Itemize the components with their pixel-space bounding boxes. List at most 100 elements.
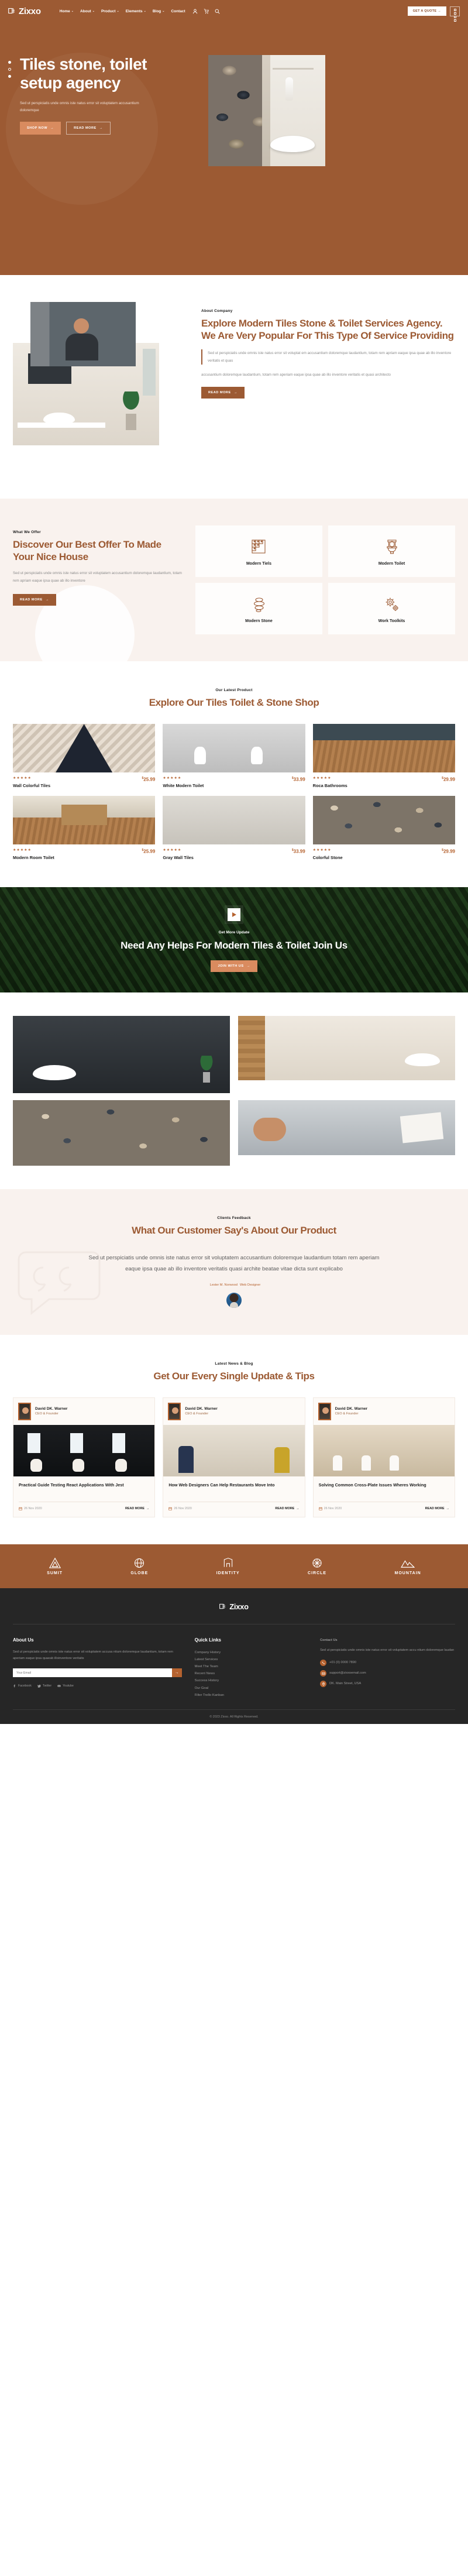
testimonial-title: What Our Customer Say's About Our Produc… <box>132 1225 336 1237</box>
offer-card-modern-stone[interactable]: Modern Stone <box>195 583 322 634</box>
blog-read-more-link[interactable]: READ MORE → <box>425 1507 449 1510</box>
product-card[interactable]: ★★★★★ Wall Colorful Tiles $25.99 <box>13 724 156 789</box>
hero-subtitle: Sed ut perspiciatis unde omnis iste natu… <box>20 101 139 112</box>
arrow-right-icon: → <box>296 1506 300 1510</box>
price-value: 25.99 <box>143 849 156 854</box>
blog-card[interactable]: David DK. Warner CEO & Founder Solving C… <box>312 1397 455 1517</box>
gallery-image-dark-bathroom <box>13 1016 230 1094</box>
footer-link[interactable]: Meet The Team <box>195 1663 307 1670</box>
nav-label: Blog <box>152 9 161 13</box>
blog-card[interactable]: David DK. Warner CEO & Founder How Web D… <box>163 1397 305 1517</box>
brand-logo-circle[interactable]: CIRCLE <box>308 1557 326 1575</box>
footer-email-text: support@zixxoemail.com <box>329 1671 366 1675</box>
footer-phone[interactable]: +01 (0) 0000 7890 <box>320 1660 455 1666</box>
products-eyebrow: Our Latest Product <box>215 688 253 692</box>
gallery-image-hands <box>238 1100 455 1156</box>
social-link-twitter[interactable]: Twitter <box>37 1684 51 1688</box>
product-card[interactable]: ★★★★★ Colorful Stone $29.99 <box>312 796 455 860</box>
slider-dot-3[interactable] <box>8 75 11 78</box>
footer-link[interactable]: Recent News <box>195 1670 307 1677</box>
identity-icon <box>222 1557 235 1569</box>
get-a-quote-button[interactable]: GET A QUOTE → <box>407 6 446 16</box>
nav-item-home[interactable]: Home ⌄ <box>60 9 74 13</box>
slider-dot-2[interactable] <box>8 68 11 71</box>
brand-logo-globe[interactable]: GLOBE <box>130 1557 148 1575</box>
footer-link[interactable]: Latest Services <box>195 1656 307 1663</box>
author-name: Lester M. Norwood <box>209 1283 238 1287</box>
offer-card-work-toolkits[interactable]: Work Toolkits <box>328 583 455 634</box>
footer-link[interactable]: Filter Trello Kanban <box>195 1692 307 1699</box>
blog-date-text: 26 Nov 2020 <box>324 1506 342 1510</box>
offer-read-more-button[interactable]: READ MORE → <box>13 593 56 606</box>
blog-read-more-link[interactable]: READ MORE → <box>275 1507 299 1510</box>
newsletter-form: → <box>13 1668 182 1678</box>
about-read-more-button[interactable]: READ MORE → <box>201 386 245 399</box>
footer-logo[interactable]: Zixxo <box>13 1602 455 1624</box>
arrow-right-icon: → <box>45 597 49 602</box>
read-more-label: READ MORE <box>125 1506 144 1510</box>
read-more-label: READ MORE <box>74 126 97 130</box>
about-section: About Company Explore Modern Tiles Stone… <box>0 275 468 499</box>
newsletter-submit-button[interactable]: → <box>171 1668 182 1678</box>
chevron-down-icon: ⌄ <box>92 9 95 13</box>
blog-author: David DK. Warner CEO & Founder <box>13 1398 154 1425</box>
cta-eyebrow: Get More Update <box>218 930 250 935</box>
product-name: Wall Colorful Tiles <box>13 783 51 789</box>
nav-item-about[interactable]: About ⌄ <box>80 9 95 13</box>
footer-link[interactable]: Company History <box>195 1649 307 1656</box>
nav-item-product[interactable]: Product ⌄ <box>101 9 119 13</box>
price-value: 25.99 <box>143 777 156 782</box>
slider-dot-1[interactable] <box>8 61 11 64</box>
email-input[interactable] <box>13 1668 172 1678</box>
quote-bubble-icon <box>15 1245 103 1316</box>
product-card[interactable]: ★★★★★ Gray Wall Tiles $33.99 <box>163 796 305 860</box>
toilet-icon <box>383 538 401 556</box>
play-button[interactable] <box>228 908 240 921</box>
triangle-icon <box>49 1557 61 1569</box>
product-name: Modern Room Toilet <box>13 855 54 861</box>
grid-menu-button[interactable] <box>450 6 460 22</box>
blog-read-more-link[interactable]: READ MORE → <box>125 1507 149 1510</box>
product-price: $25.99 <box>142 849 156 854</box>
product-rating: ★★★★★ <box>13 777 32 781</box>
user-icon[interactable] <box>192 9 198 14</box>
hero-bathroom-photo <box>262 55 325 166</box>
wall-panel <box>262 55 270 166</box>
nav-item-blog[interactable]: Blog ⌄ <box>153 9 165 13</box>
shop-now-label: SHOP NOW <box>27 126 47 130</box>
brand-logo-mountain[interactable]: MOUNTAIN <box>395 1557 421 1575</box>
product-name: Roca Bathrooms <box>312 783 347 789</box>
offer-card-modern-tiles[interactable]: Modern Tiels <box>195 525 322 577</box>
footer-link[interactable]: Success History <box>195 1677 307 1684</box>
brand-logo-sumit[interactable]: SUMIT <box>47 1557 63 1575</box>
hero-slider-dots[interactable] <box>8 61 11 78</box>
offer-card-label: Modern Tiels <box>246 561 272 566</box>
hero-read-more-button[interactable]: READ MORE → <box>66 122 111 135</box>
plant <box>198 1056 215 1083</box>
site-logo[interactable]: Zixxo <box>8 6 41 16</box>
offer-cards: Modern Tiels Modern Toilet Modern Stone … <box>195 525 455 634</box>
product-card[interactable]: ★★★★★ Modern Room Toilet $25.99 <box>13 796 156 861</box>
nav-item-elements[interactable]: Elements ⌄ <box>126 9 146 13</box>
blog-section: Latest News & Blog Get Our Every Single … <box>0 1335 468 1544</box>
footer-email[interactable]: support@zixxoemail.com <box>320 1670 455 1677</box>
brand-name: CIRCLE <box>308 1571 327 1575</box>
nav-item-contact[interactable]: Contact <box>171 9 185 13</box>
product-card[interactable]: ★★★★★ White Modern Toilet $33.99 <box>163 724 305 788</box>
footer-link[interactable]: Our Goal <box>195 1685 307 1692</box>
shop-now-button[interactable]: SHOP NOW → <box>20 122 61 135</box>
product-card[interactable]: ★★★★★ Roca Bathrooms $29.99 <box>312 724 455 789</box>
person-body <box>66 334 98 360</box>
blog-date-text: 26 Nov 2020 <box>174 1506 192 1510</box>
nav-label: About <box>80 9 91 13</box>
brand-logo-identity[interactable]: IDENTITY <box>216 1557 240 1575</box>
offer-read-more-label: READ MORE <box>20 597 43 602</box>
blog-card[interactable]: David DK. Warner CEO & Founder Practical… <box>13 1397 156 1517</box>
arrow-right-icon: → <box>233 390 238 394</box>
social-link-youtube[interactable]: Youtube <box>57 1684 74 1688</box>
search-icon[interactable] <box>215 9 220 14</box>
join-with-us-button[interactable]: JOIN WITH US → <box>211 960 257 972</box>
offer-card-modern-toilet[interactable]: Modern Toilet <box>328 525 455 577</box>
cart-icon[interactable] <box>204 8 209 14</box>
social-link-facebook[interactable]: Facebook <box>13 1684 32 1688</box>
